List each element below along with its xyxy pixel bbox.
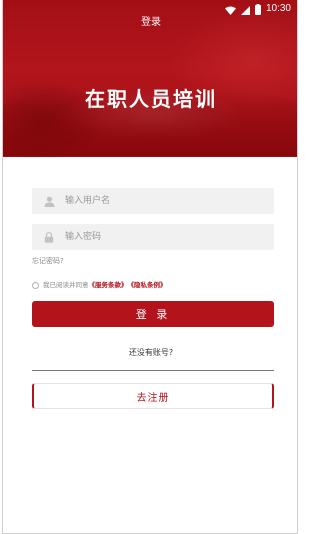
lock-icon bbox=[43, 231, 55, 243]
divider bbox=[32, 370, 274, 371]
terms-link[interactable]: 《服务条款》 bbox=[89, 280, 128, 290]
password-field[interactable]: 输入密码 bbox=[32, 224, 274, 250]
agreement-checkbox[interactable] bbox=[32, 281, 39, 289]
password-placeholder: 输入密码 bbox=[65, 232, 102, 242]
status-icons: 10:30 bbox=[224, 3, 291, 15]
username-placeholder: 输入用户名 bbox=[65, 196, 111, 206]
no-account-text: 还没有账号? bbox=[128, 348, 174, 357]
register-button[interactable]: 去注册 bbox=[32, 383, 274, 409]
app-name-title: 在职人员培训 bbox=[85, 87, 217, 111]
privacy-link[interactable]: 《隐私条例》 bbox=[128, 280, 167, 290]
header-banner: 10:30 登录 在职人员培训 bbox=[3, 0, 297, 157]
agreement-text: 我已阅读并同意 bbox=[43, 281, 89, 289]
agreement-row: 我已阅读并同意 《服务条款》 《隐私条例》 bbox=[32, 279, 167, 291]
login-button[interactable]: 登 录 bbox=[32, 301, 274, 327]
user-icon bbox=[43, 195, 55, 207]
forgot-password-link[interactable]: 忘记密码? bbox=[32, 256, 64, 266]
phone-screen: 10:30 登录 在职人员培训 输入用户名 输入密码 忘记密码? 我已阅读并同意… bbox=[2, 0, 298, 534]
status-time: 10:30 bbox=[265, 3, 291, 14]
page-title: 登录 bbox=[141, 17, 161, 28]
username-field[interactable]: 输入用户名 bbox=[32, 188, 274, 214]
